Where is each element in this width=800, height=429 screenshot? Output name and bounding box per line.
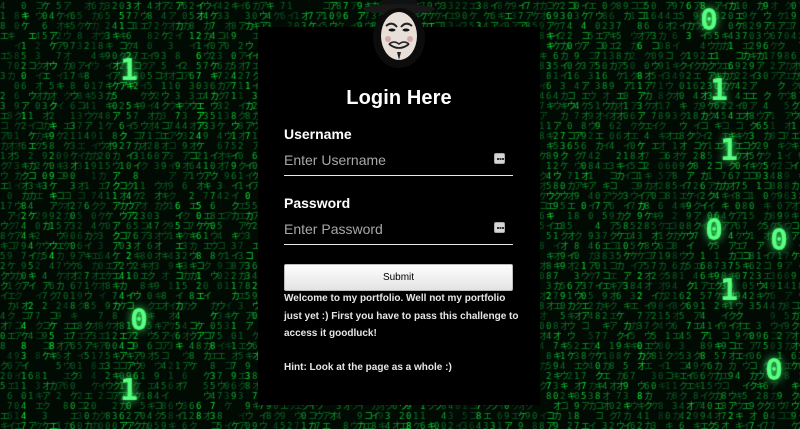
password-manager-key-icon[interactable] (494, 222, 505, 233)
username-label: Username (284, 126, 352, 142)
password-field-container (284, 215, 513, 245)
username-input[interactable] (284, 146, 484, 174)
guy-fawkes-mask-icon (363, 0, 435, 68)
login-box: Login Here Username Password Submit Welc… (258, 27, 540, 405)
password-label: Password (284, 195, 351, 211)
password-input[interactable] (284, 215, 484, 243)
username-field-container (284, 146, 513, 176)
login-title: Login Here (346, 87, 452, 109)
submit-button[interactable]: Submit (284, 264, 513, 291)
password-manager-key-icon[interactable] (494, 153, 505, 164)
hint-text: Hint: Look at the page as a whole :) (284, 362, 452, 373)
welcome-message: Welcome to my portfolio. Well not my por… (284, 293, 519, 339)
